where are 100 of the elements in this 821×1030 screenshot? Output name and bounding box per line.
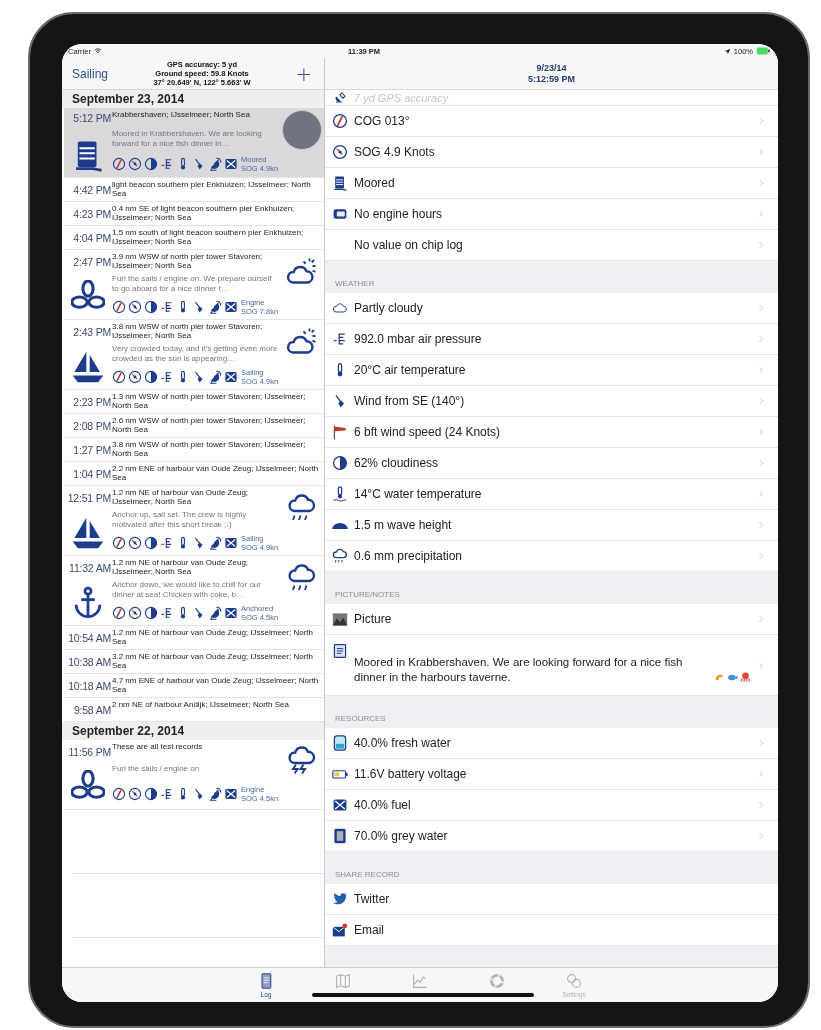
section-header: PICTURE/NOTES	[334, 589, 401, 601]
wifi-icon	[93, 47, 102, 55]
list-row[interactable]: COG 013°	[325, 106, 778, 137]
list-row[interactable]: No engine hours	[325, 199, 778, 230]
row-label: Twitter	[354, 892, 390, 906]
gauge-icon	[128, 299, 142, 314]
entry-location: 1.5 nm south of light beacon southern pier Enkhuizen; IJsselmeer; North Sea	[112, 227, 305, 246]
compass-icon	[112, 299, 126, 314]
fuel-can-icon	[224, 787, 238, 802]
nav-title: 5:12:59 PM	[528, 73, 575, 85]
row-label: SOG 4.9 Knots	[354, 145, 435, 159]
cloud-icon	[332, 300, 348, 316]
section-header: WEATHER	[334, 278, 376, 290]
entry-location: 1.2 nm NE of harbour van Oude Zeug; IJsselmeer; North Sea	[112, 627, 314, 646]
rain-cloud-icon	[332, 548, 348, 564]
entry-time: 11:32 AM	[68, 560, 112, 574]
list-row[interactable]: Twitter	[325, 884, 778, 915]
list-row[interactable]: 6 bft wind speed (24 Knots)	[325, 417, 778, 448]
row-label: Picture	[354, 612, 392, 626]
water-tank-icon	[332, 735, 348, 751]
pressure-scale-icon	[160, 787, 174, 802]
entry-time: 4:04 PM	[72, 231, 112, 244]
sailboat-icon	[71, 350, 105, 384]
list-row[interactable]: Email	[325, 915, 778, 946]
list-row[interactable]: 992.0 mbar air pressure	[325, 324, 778, 355]
list-row[interactable]: 40.0% fresh water	[325, 728, 778, 759]
entry-time: 1:27 PM	[72, 443, 112, 456]
entry-location: 3.8 nm WSW of north pier tower Stavoren; IJsselmeer; North Sea	[112, 321, 264, 340]
row-label: 14°C water temperature	[354, 487, 482, 501]
spool-icon	[332, 175, 348, 191]
row-label: 62% cloudiness	[354, 456, 439, 470]
entry-time: 10:54 AM	[67, 631, 112, 644]
entry-location: light beacon southern pier Enkhuizen; IJsselmeer; North Sea	[112, 179, 312, 198]
picture-icon	[332, 611, 348, 627]
back-button[interactable]: Sailing	[62, 66, 120, 81]
fuel-can-icon	[224, 535, 238, 550]
octopus-icon	[740, 672, 751, 683]
gauge-icon	[128, 535, 142, 550]
half-circle-icon	[144, 299, 158, 314]
entry-location: Krabbershaven; IJsselmeer; North Sea	[112, 109, 251, 119]
row-label: 992.0 mbar air pressure	[354, 332, 482, 346]
row-label: 0.6 mm precipitation	[354, 549, 463, 563]
list-row[interactable]: 20°C air temperature	[325, 355, 778, 386]
section-header: RESOURCES	[334, 713, 387, 725]
list-row[interactable]: Partly cloudy	[325, 293, 778, 324]
entry-location: 2.2 nm ENE of harbour van Oude Zeug; IJsselmeer; North Sea	[112, 463, 320, 482]
list-row[interactable]: 11.6V battery voltage	[325, 759, 778, 790]
entry-time: 4:23 PM	[72, 207, 112, 220]
row-label: 70.0% grey water	[354, 829, 448, 843]
list-row[interactable]: Wind from SE (140°)	[325, 386, 778, 417]
entry-location: 3.9 nm WSW of north pier tower Stavoren; IJsselmeer; North Sea	[112, 251, 264, 270]
entry-note: Anchor up, sail set. The crew is highly motivated after this short break ;-)	[112, 508, 248, 531]
entry-time: 2:47 PM	[72, 254, 112, 268]
pressure-scale-icon	[160, 535, 174, 550]
entry-time: 2:23 PM	[72, 395, 112, 408]
compass-icon	[112, 535, 126, 550]
envelope-icon	[332, 922, 348, 938]
sailboat-icon	[71, 516, 105, 550]
document-icon	[332, 643, 348, 659]
map-icon	[335, 973, 351, 989]
entry-location: These are all test records	[112, 741, 204, 751]
entry-location: 1.2 nm NE of harbour van Oude Zeug; IJsselmeer; North Sea	[112, 557, 250, 576]
list-row[interactable]: Moored	[325, 168, 778, 199]
entry-location: 1.3 nm WSW of north pier tower Stavoren; IJsselmeer; North Sea	[112, 391, 307, 410]
list-row[interactable]: 14°C water temperature	[325, 479, 778, 510]
entry-note: Moored in Krabbershaven. We are looking forward for a nice fish dinner in…	[112, 127, 263, 150]
list-row[interactable]: 62% cloudiness	[325, 448, 778, 479]
list-row[interactable]: No value on chip log	[325, 230, 778, 261]
satellite-icon	[333, 91, 347, 104]
date-header: September 23, 2014	[62, 90, 324, 108]
compass-icon	[112, 157, 126, 172]
row-label: 7 yd GPS accuracy	[354, 91, 449, 104]
bird-icon	[332, 891, 348, 907]
storm-cloud-icon	[287, 744, 317, 775]
row-label: No value on chip log	[354, 238, 463, 252]
entry-time: 11:56 PM	[67, 744, 112, 758]
row-label: Partly cloudy	[354, 301, 423, 315]
entry-note: Very crowded today, and it's getting even more crowded as the sun is appearing…	[112, 342, 279, 365]
location-arrow-icon	[723, 47, 731, 55]
list-row[interactable]: Moored in Krabbershaven. We are looking forward for a nice fish dinner in the harbours taverne.	[325, 635, 778, 696]
list-row[interactable]: 40.0% fuel	[325, 790, 778, 821]
entry-location: 3.8 nm WSW of north pier tower Stavoren; IJsselmeer; North Sea	[112, 439, 307, 458]
row-label: Moored	[354, 176, 395, 190]
entry-location: 0.4 nm SE of light beacon southern pier Enkhuizen; IJsselmeer; North Sea	[112, 203, 296, 222]
half-circle-icon	[144, 157, 158, 172]
add-button[interactable]: +	[284, 63, 324, 84]
list-row[interactable]: Picture	[325, 604, 778, 635]
entry-time: 1:04 PM	[72, 467, 112, 480]
row-label: 40.0% fuel	[354, 798, 411, 812]
pressure-scale-icon	[332, 331, 348, 347]
list-row[interactable]: 1.5 m wave height	[325, 510, 778, 541]
list-row[interactable]: 0.6 mm precipitation	[325, 541, 778, 572]
compass-icon	[332, 113, 348, 129]
entry-note: Anchor down, we would like to chill for our dinner at sea! Chicken with coke, b…	[112, 578, 262, 601]
list-row[interactable]: 70.0% grey water	[325, 821, 778, 852]
list-row[interactable]: SOG 4.9 Knots	[325, 137, 778, 168]
fish-icon	[727, 672, 738, 683]
half-circle-icon	[144, 787, 158, 802]
monitor-icon	[332, 206, 348, 222]
entry-location: 2 nm NE of harbour Andijk; IJsselmeer; North Sea	[112, 699, 290, 709]
